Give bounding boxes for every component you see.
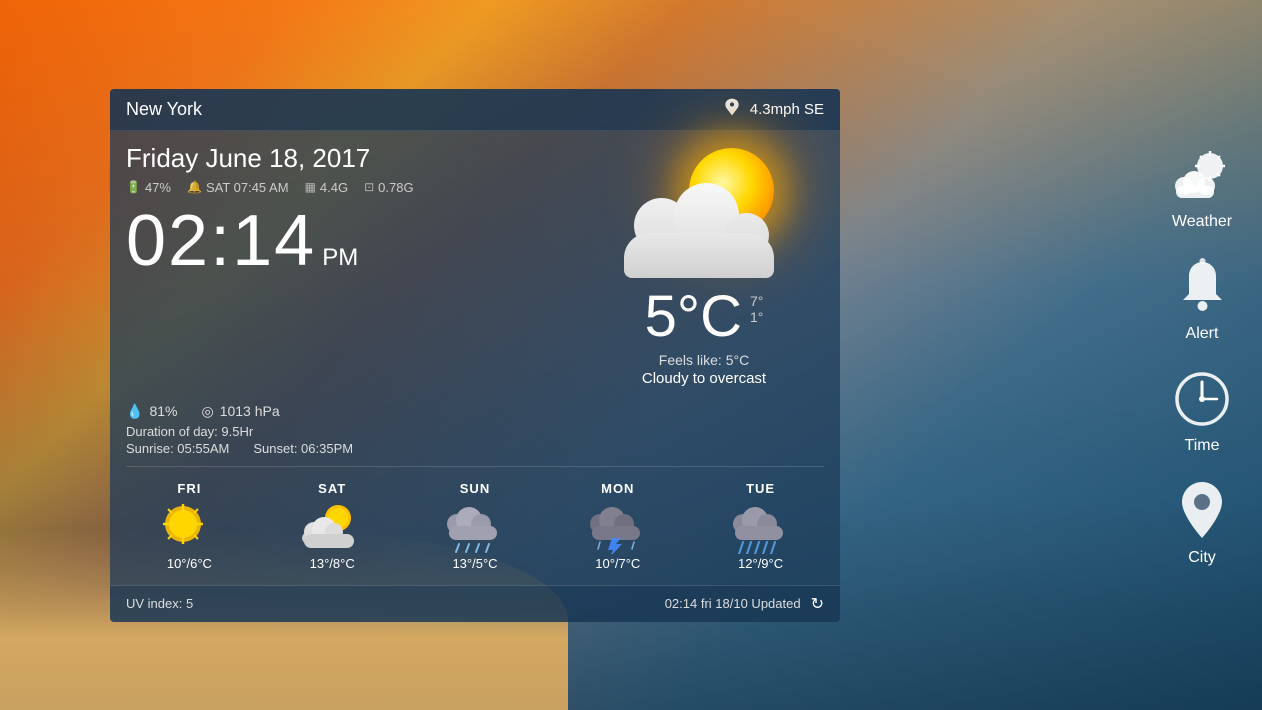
wind-info: 4.3mph SE <box>722 97 824 122</box>
city-name: New York <box>126 99 202 120</box>
humidity-icon: 💧 <box>126 403 143 420</box>
sidebar-icons: Weather Alert <box>1162 135 1242 575</box>
temp-low: 1° <box>750 309 763 325</box>
sun-info: Sunrise: 05:55AM Sunset: 06:35PM <box>126 441 824 456</box>
widget-top: Friday June 18, 2017 🔋 47% 🔔 SAT 07:45 A… <box>110 131 840 395</box>
alarm-status: 🔔 SAT 07:45 AM <box>187 180 289 195</box>
widget-footer: UV index: 5 02:14 fri 18/10 Updated ↻ <box>110 585 840 622</box>
date-display: Friday June 18, 2017 <box>126 143 584 174</box>
city-label: City <box>1188 549 1216 567</box>
forecast-tue-temp: 12°/9°C <box>738 556 783 571</box>
storage2-icon: ⊡ <box>364 180 374 194</box>
widget-header: New York 4.3mph SE <box>110 89 840 131</box>
temp-high: 7° <box>750 293 763 309</box>
top-right: 5°C 7° 1° Feels like: 5°C Cloudy to over… <box>584 143 824 387</box>
forecast-fri-icon <box>157 502 221 550</box>
storage1-icon: ▦ <box>305 180 316 194</box>
battery-status: 🔋 47% <box>126 180 171 195</box>
wind-icon <box>722 97 742 122</box>
humidity-pressure: 💧 81% ◎ 1013 hPa <box>126 403 824 420</box>
sidebar-item-weather[interactable]: Weather <box>1162 135 1242 239</box>
top-left: Friday June 18, 2017 🔋 47% 🔔 SAT 07:45 A… <box>126 143 584 387</box>
wind-speed: 4.3mph SE <box>750 101 824 118</box>
weather-widget: New York 4.3mph SE Friday June 18, 2017 … <box>110 89 840 622</box>
time-display: 02:14 PM <box>126 205 584 277</box>
forecast-sat-temp: 13°/8°C <box>310 556 355 571</box>
forecast-day-tue: TUE 12°/9 <box>689 477 832 575</box>
storage1-status: ▦ 4.4G <box>305 180 349 195</box>
time-ampm: PM <box>322 244 358 272</box>
weather-label: Weather <box>1172 213 1232 231</box>
refresh-icon[interactable]: ↻ <box>811 594 824 614</box>
day-info: Duration of day: 9.5Hr <box>126 424 824 439</box>
alarm-value: SAT 07:45 AM <box>206 180 289 195</box>
forecast-fri-temp: 10°/6°C <box>167 556 212 571</box>
temp-section: 5°C 7° 1° Feels like: 5°C Cloudy to over… <box>642 283 766 387</box>
forecast-mon-temp: 10°/7°C <box>595 556 640 571</box>
storage2-value: 0.78G <box>378 180 413 195</box>
forecast-mon-icon <box>586 502 650 550</box>
forecast-tue-icon <box>729 502 793 550</box>
humidity-item: 💧 81% <box>126 403 177 420</box>
sunrise-info: Sunrise: 05:55AM <box>126 441 229 456</box>
storage1-value: 4.4G <box>320 180 348 195</box>
main-weather-icon <box>614 143 794 283</box>
forecast-day-sat: SAT 13°/8°C <box>261 477 404 575</box>
forecast-mon-label: MON <box>601 481 634 496</box>
forecast-tue-label: TUE <box>746 481 775 496</box>
temp-main-row: 5°C 7° 1° <box>645 283 764 350</box>
time-hours: 02:14 <box>126 205 316 277</box>
condition-text: Cloudy to overcast <box>642 370 766 387</box>
forecast-day-sun: SUN 13°/5°C <box>404 477 547 575</box>
time-icon <box>1170 367 1234 431</box>
battery-icon: 🔋 <box>126 180 141 194</box>
feels-like: Feels like: 5°C <box>659 352 749 368</box>
humidity-value: 81% <box>149 403 177 419</box>
alarm-icon: 🔔 <box>187 180 202 194</box>
sidebar-item-city[interactable]: City <box>1162 471 1242 575</box>
temp-current: 5°C <box>645 283 742 350</box>
cloud-icon <box>614 198 774 278</box>
forecast-sat-icon <box>300 502 364 550</box>
updated-text: 02:14 fri 18/10 Updated <box>665 596 801 611</box>
forecast-day-fri: FRI 10°/6 <box>118 477 261 575</box>
weather-icon <box>1170 143 1234 207</box>
storage2-status: ⊡ 0.78G <box>364 180 413 195</box>
widget-middle: 💧 81% ◎ 1013 hPa Duration of day: 9.5Hr … <box>110 395 840 466</box>
temp-range: 7° 1° <box>750 283 763 325</box>
uv-index: UV index: 5 <box>126 596 193 611</box>
status-row: 🔋 47% 🔔 SAT 07:45 AM ▦ 4.4G ⊡ 0.78G <box>126 180 584 195</box>
forecast-section: FRI 10°/6 <box>110 467 840 585</box>
sunset-info: Sunset: 06:35PM <box>253 441 353 456</box>
forecast-fri-label: FRI <box>177 481 201 496</box>
forecast-day-mon: MON 10°/7°C <box>546 477 689 575</box>
pressure-value: 1013 hPa <box>220 403 280 419</box>
forecast-sun-icon <box>443 502 507 550</box>
pressure-item: ◎ 1013 hPa <box>201 403 279 420</box>
time-label: Time <box>1185 437 1220 455</box>
update-info: 02:14 fri 18/10 Updated ↻ <box>665 594 824 614</box>
pressure-icon: ◎ <box>201 403 213 420</box>
alert-icon <box>1170 255 1234 319</box>
forecast-sun-label: SUN <box>460 481 490 496</box>
alert-label: Alert <box>1186 325 1219 343</box>
city-icon <box>1170 479 1234 543</box>
sidebar-item-time[interactable]: Time <box>1162 359 1242 463</box>
sidebar-item-alert[interactable]: Alert <box>1162 247 1242 351</box>
forecast-sat-label: SAT <box>318 481 346 496</box>
battery-value: 47% <box>145 180 171 195</box>
forecast-sun-temp: 13°/5°C <box>452 556 497 571</box>
